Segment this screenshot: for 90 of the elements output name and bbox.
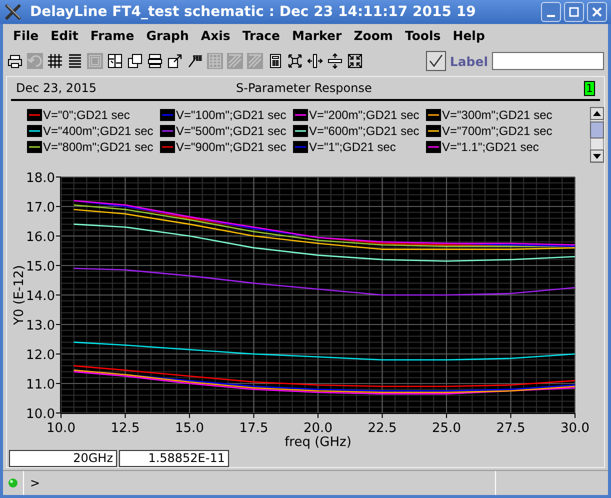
menu-item[interactable]: Axis — [194, 28, 236, 42]
graph-number-badge: 1 — [584, 80, 595, 96]
legend-label: V="100m";GD21 sec — [176, 108, 286, 122]
shrink-icon[interactable] — [347, 53, 363, 69]
printer-icon[interactable] — [7, 53, 23, 69]
split-window-icon[interactable] — [107, 53, 123, 69]
status-led-icon — [8, 478, 18, 488]
y-tick-label: 12.0 — [26, 348, 55, 363]
menu-item[interactable]: Frame — [84, 28, 140, 42]
x-tick-label: 25.0 — [432, 421, 461, 436]
menu-item[interactable]: Help — [446, 28, 491, 42]
window-title: DelayLine FT4_test schematic : Dec 23 14:11:17 2015 19 — [30, 4, 477, 20]
menu-item[interactable]: Graph — [140, 28, 195, 42]
x-tick-label: 20.0 — [304, 421, 332, 436]
legend-label: V="800m";GD21 sec — [43, 140, 154, 154]
legend-label: V="500m";GD21 sec — [176, 124, 286, 138]
close-button[interactable] — [587, 2, 607, 22]
y-tick-label: 10.0 — [26, 407, 55, 422]
menu-item[interactable]: Tools — [398, 28, 447, 42]
graph-date: Dec 23, 2015 — [16, 81, 98, 95]
legend-scrollbar[interactable] — [590, 107, 604, 163]
window-arrow-icon[interactable] — [167, 53, 183, 69]
legend-label: V="300m";GD21 sec — [442, 108, 552, 122]
legend-label: V="200m";GD21 sec — [309, 108, 420, 122]
label-checkbox[interactable] — [426, 51, 446, 71]
minimize-icon — [547, 15, 555, 17]
legend-swatch — [293, 109, 308, 121]
x-tick-label: 10.0 — [46, 421, 76, 436]
y-tick-label: 14.0 — [26, 289, 55, 304]
resize-vertical-icon[interactable] — [327, 53, 343, 69]
legend-swatch — [27, 109, 42, 121]
copy-icon[interactable] — [127, 53, 143, 69]
y-axis-title: Y0 (E-12) — [12, 265, 27, 325]
legend-label: V="600m";GD21 sec — [309, 124, 420, 138]
x-tick-label: 12.5 — [110, 421, 140, 436]
legend-label: V="400m";GD21 sec — [43, 124, 154, 138]
y-tick-label: 18.0 — [26, 171, 55, 186]
legend-swatch — [426, 125, 441, 137]
line-series — [73, 342, 576, 361]
legend-swatch — [426, 109, 441, 121]
stack-icon[interactable] — [147, 53, 163, 69]
y-tick-label: 11.0 — [26, 378, 55, 392]
y-tick-label: 15.0 — [26, 260, 55, 274]
legend-swatch — [160, 141, 175, 153]
legend-label: V="1";GD21 sec — [309, 140, 396, 154]
line-series — [73, 224, 576, 262]
menu-item[interactable]: Zoom — [348, 28, 399, 42]
readout-field: 1.58852E-11 — [119, 450, 229, 467]
legend-swatch — [27, 141, 42, 153]
y-tick-label: 13.0 — [26, 318, 55, 334]
x-axis-title: freq (GHz) — [284, 435, 352, 449]
minimize-button[interactable] — [541, 2, 561, 22]
command-prompt: > — [30, 476, 40, 490]
graph-title: S-Parameter Response — [236, 81, 373, 95]
legend-swatch — [426, 141, 441, 153]
calculator-icon[interactable] — [267, 53, 283, 69]
checkbox-label: Label — [450, 54, 488, 68]
menu-item[interactable]: Marker — [286, 28, 348, 42]
line-series — [73, 365, 576, 388]
x-tick-label: 27.5 — [496, 421, 526, 436]
readout-field: 20GHz — [9, 450, 117, 467]
menu-item[interactable]: Edit — [44, 28, 84, 42]
close-icon — [592, 7, 602, 17]
x-tick-label: 30.0 — [560, 421, 590, 436]
y-tick-label: 17.0 — [26, 200, 55, 216]
legend-label: V="1.1";GD21 sec — [442, 140, 539, 154]
legend-swatch — [293, 141, 308, 153]
legend-swatch — [160, 125, 175, 137]
ruler-icon[interactable] — [187, 53, 203, 69]
grid-icon[interactable] — [47, 53, 63, 69]
x-tick-label: 17.5 — [239, 421, 268, 436]
y-tick-label: 16.0 — [26, 230, 55, 245]
maximize-button[interactable] — [564, 2, 584, 22]
legend-swatch — [293, 125, 308, 137]
maximize-icon — [569, 7, 579, 17]
resize-horizontal-icon[interactable] — [307, 53, 323, 69]
legend-swatch — [27, 125, 42, 137]
x-logo-icon — [4, 3, 22, 21]
expand-icon[interactable] — [287, 53, 303, 69]
x-tick-label: 15.0 — [175, 421, 204, 436]
x-tick-label: 22.5 — [368, 421, 397, 436]
legend-label: V="900m";GD21 sec — [176, 140, 286, 154]
menu-item[interactable]: Trace — [236, 28, 286, 42]
menu-item[interactable]: File — [7, 28, 45, 42]
lines-icon[interactable] — [67, 53, 83, 69]
legend-swatch — [160, 109, 175, 121]
legend-label: V="0";GD21 sec — [43, 108, 130, 122]
legend-label: V="700m";GD21 sec — [442, 124, 552, 138]
label-input-field[interactable] — [492, 52, 604, 70]
line-series — [73, 268, 576, 296]
